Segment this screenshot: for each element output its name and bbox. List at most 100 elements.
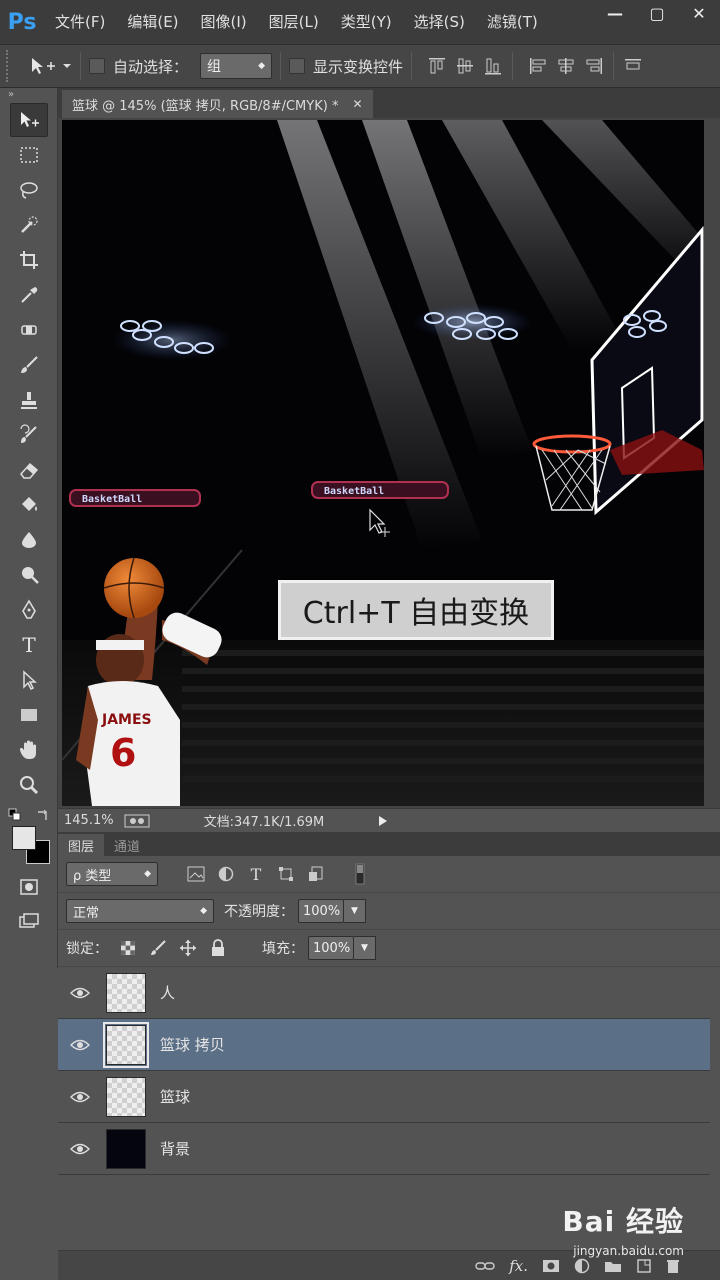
- lock-label: 锁定：: [66, 941, 108, 957]
- blend-mode-dropdown[interactable]: 正常 ◆: [66, 899, 214, 923]
- tool-preset-picker[interactable]: [30, 56, 72, 76]
- layer-thumbnail: [106, 1128, 146, 1169]
- filter-toggle-icon[interactable]: [350, 863, 370, 885]
- quick-mask-button[interactable]: [10, 870, 48, 904]
- history-brush-tool[interactable]: [10, 418, 48, 452]
- zoom-readout[interactable]: 145.1%: [64, 813, 114, 828]
- fill-input[interactable]: 100%: [308, 936, 354, 960]
- clone-stamp-tool[interactable]: [10, 383, 48, 417]
- new-group-icon[interactable]: [604, 1259, 622, 1273]
- new-fill-layer-icon[interactable]: [574, 1258, 590, 1274]
- menu-layer[interactable]: 图层(L): [258, 0, 330, 44]
- close-tab-icon[interactable]: ✕: [352, 97, 362, 111]
- align-right-icon[interactable]: [583, 55, 605, 77]
- crop-icon: [20, 251, 38, 269]
- rectangle-tool[interactable]: [10, 698, 48, 732]
- visibility-eye-icon[interactable]: [58, 1039, 102, 1051]
- align-top-icon[interactable]: [426, 55, 448, 77]
- layer-row-person[interactable]: 人: [58, 967, 710, 1019]
- screen-mode-button[interactable]: [10, 905, 48, 939]
- menu-edit[interactable]: 编辑(E): [116, 0, 189, 44]
- dodge-tool[interactable]: [10, 558, 48, 592]
- bucket-icon: [22, 497, 37, 511]
- show-transform-checkbox[interactable]: [289, 58, 306, 74]
- visibility-eye-icon[interactable]: [58, 1143, 102, 1155]
- path-selection-tool[interactable]: [10, 663, 48, 697]
- status-menu-arrow-icon[interactable]: [378, 815, 388, 827]
- tab-channels[interactable]: 通道: [104, 834, 150, 856]
- layer-effects-icon[interactable]: fx.: [509, 1257, 528, 1275]
- distribute-icon[interactable]: [622, 55, 644, 77]
- menu-select[interactable]: 选择(S): [403, 0, 476, 44]
- align-left-icon[interactable]: [527, 55, 549, 77]
- healing-brush-tool[interactable]: [10, 313, 48, 347]
- layer-row-background[interactable]: 背景: [58, 1123, 710, 1175]
- minimize-button[interactable]: —: [594, 0, 636, 26]
- opacity-input[interactable]: 100%: [298, 899, 344, 923]
- toolbox-collapse[interactable]: »: [0, 88, 57, 102]
- eyedropper-tool[interactable]: [10, 278, 48, 312]
- marquee-tool[interactable]: [10, 138, 48, 172]
- shortcut-callout: Ctrl+T 自由变换: [278, 580, 554, 640]
- lock-position-icon[interactable]: [178, 938, 198, 958]
- lock-pixels-brush-icon[interactable]: [148, 938, 168, 958]
- lasso-tool[interactable]: [10, 173, 48, 207]
- align-bottom-icon[interactable]: [482, 55, 504, 77]
- menu-type[interactable]: 类型(Y): [330, 0, 403, 44]
- filter-shape-icon[interactable]: [276, 864, 296, 884]
- menu-image[interactable]: 图像(I): [190, 0, 258, 44]
- fill-dropdown-arrow[interactable]: ▼: [354, 936, 376, 960]
- updown-icon: ◆: [200, 906, 207, 916]
- move-tool[interactable]: [10, 103, 48, 137]
- filter-pixel-icon[interactable]: [186, 864, 206, 884]
- layer-row-basketball-copy[interactable]: 篮球 拷贝: [58, 1019, 710, 1071]
- new-layer-icon[interactable]: [636, 1258, 652, 1274]
- default-colors-icon[interactable]: [8, 808, 22, 822]
- zoom-tool[interactable]: [10, 768, 48, 802]
- options-bar: 自动选择： 组 ◆ 显示变换控件: [0, 44, 720, 88]
- status-info-icon[interactable]: [124, 814, 150, 828]
- link-layers-icon[interactable]: [475, 1260, 495, 1272]
- filter-smart-object-icon[interactable]: [306, 864, 326, 884]
- layer-filter-dropdown[interactable]: ρ 类型 ◆: [66, 862, 158, 886]
- quick-select-tool[interactable]: [10, 208, 48, 242]
- fill-control: 100% ▼: [308, 936, 376, 960]
- menu-file[interactable]: 文件(F): [44, 0, 116, 44]
- document-canvas[interactable]: BasketBall BasketBall JAMES 6 Ctrl+T 自由变…: [62, 120, 704, 806]
- add-mask-icon[interactable]: [542, 1259, 560, 1273]
- align-hcenter-icon[interactable]: [555, 55, 577, 77]
- foreground-color[interactable]: [12, 826, 36, 850]
- crop-tool[interactable]: [10, 243, 48, 277]
- auto-select-dropdown[interactable]: 组 ◆: [200, 53, 273, 79]
- visibility-eye-icon[interactable]: [58, 987, 102, 999]
- menu-filter[interactable]: 滤镜(T): [476, 0, 549, 44]
- hand-tool[interactable]: [10, 733, 48, 767]
- visibility-eye-icon[interactable]: [58, 1091, 102, 1103]
- brush-tool[interactable]: [10, 348, 48, 382]
- swap-colors-icon[interactable]: [36, 808, 50, 822]
- lock-transparent-icon[interactable]: [118, 938, 138, 958]
- eraser-tool[interactable]: [10, 453, 48, 487]
- marquee-icon: [20, 147, 38, 163]
- close-window-button[interactable]: ✕: [678, 0, 720, 26]
- align-vcenter-icon[interactable]: [454, 55, 476, 77]
- layers-panel: 图层 通道 ρ 类型 ◆ T 正常 ◆ 不透明度： 100% ▼ 锁定： 填充：…: [58, 832, 720, 1280]
- delete-layer-icon[interactable]: [666, 1258, 680, 1274]
- paint-bucket-tool[interactable]: [10, 488, 48, 522]
- document-tab[interactable]: 篮球 @ 145% (篮球 拷贝, RGB/8#/CMYK) * ✕: [62, 90, 373, 118]
- filter-adjustment-icon[interactable]: [216, 864, 236, 884]
- tab-layers[interactable]: 图层: [58, 834, 105, 856]
- type-tool[interactable]: T: [10, 628, 48, 662]
- layer-row-basketball[interactable]: 篮球: [58, 1071, 710, 1123]
- auto-select-checkbox[interactable]: [89, 58, 105, 74]
- maximize-button[interactable]: ▢: [636, 0, 678, 26]
- path-select-icon: [23, 670, 37, 691]
- show-transform-label: 显示变换控件: [313, 57, 404, 76]
- basketball-scene: BasketBall BasketBall JAMES 6: [62, 120, 704, 806]
- opacity-dropdown-arrow[interactable]: ▼: [344, 899, 366, 923]
- blur-tool[interactable]: [10, 523, 48, 557]
- lock-all-icon[interactable]: [208, 938, 228, 958]
- options-grip[interactable]: [6, 50, 16, 82]
- filter-type-icon[interactable]: T: [246, 864, 266, 884]
- pen-tool[interactable]: [10, 593, 48, 627]
